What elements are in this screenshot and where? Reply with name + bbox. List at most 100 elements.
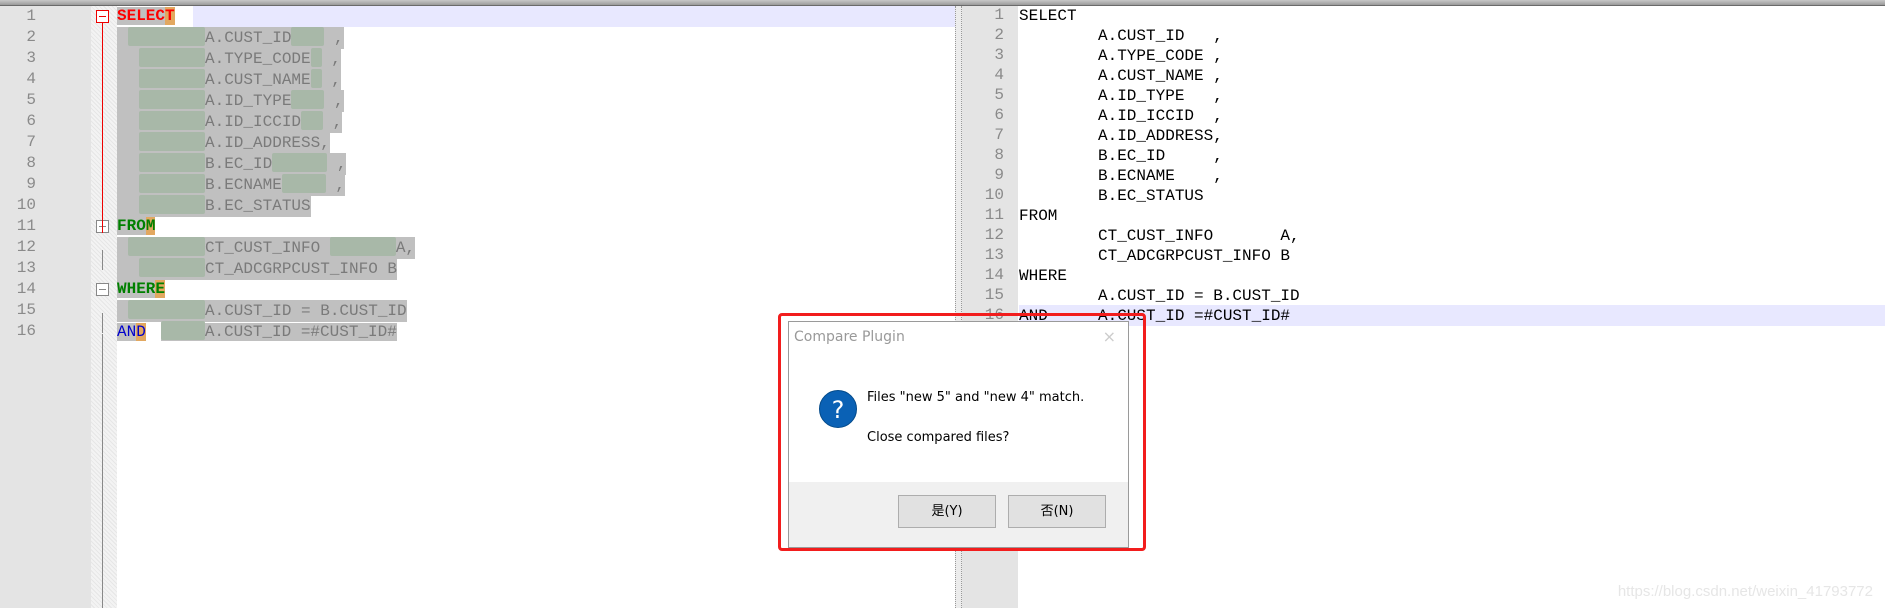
- code-punct: ,: [321, 71, 341, 89]
- code-text: B.ECNAME ,: [1098, 167, 1223, 185]
- fold-brace-marker: E: [155, 280, 166, 298]
- code-punct: ,: [325, 176, 346, 194]
- line-number: 11: [16, 217, 36, 235]
- line-number: 14: [984, 266, 1004, 284]
- line-number: 7: [994, 126, 1004, 144]
- no-button[interactable]: 否(N): [1008, 495, 1106, 528]
- code-text: A.CUST_ID =#CUST_ID#: [204, 323, 397, 341]
- code-text: A.TYPE_CODE: [205, 50, 311, 68]
- line-number: 14: [16, 280, 36, 298]
- whitespace-marker: [160, 321, 205, 340]
- keyword-text: SELEC: [117, 7, 166, 25]
- line-number: 10: [16, 196, 36, 214]
- code-text: B.EC_ID: [205, 155, 273, 173]
- code-text: A.ID_TYPE: [205, 92, 292, 110]
- line-number: 15: [984, 286, 1004, 304]
- line-number: 8: [26, 154, 36, 172]
- whitespace-marker: [128, 300, 205, 319]
- code-text: A.TYPE_CODE ,: [1098, 47, 1223, 65]
- line-number: 1: [26, 7, 36, 25]
- line-number: 4: [26, 70, 36, 88]
- code-line[interactable]: FROM: [117, 216, 156, 237]
- selected-text: CT_ADCGRPCUST_INFO B: [117, 258, 398, 280]
- sql-keyword: AND: [117, 323, 146, 341]
- compare-plugin-dialog: Compare Plugin × ? Files "new 5" and "ne…: [788, 321, 1129, 548]
- dialog-message: Files "new 5" and "new 4" match.: [867, 390, 1085, 405]
- code-line[interactable]: A.CUST_ID ,: [117, 27, 344, 49]
- code-line[interactable]: A.ID_TYPE ,: [117, 90, 344, 112]
- code-punct: ,: [324, 92, 344, 110]
- dialog-title: Compare Plugin: [794, 329, 905, 345]
- whitespace-marker: [139, 258, 205, 277]
- fold-toggle-icon[interactable]: [96, 283, 109, 296]
- line-number: 12: [16, 238, 36, 256]
- code-line[interactable]: SELECT: [117, 6, 175, 27]
- code-text: CT_CUST_INFO: [205, 239, 330, 257]
- line-number: 4: [994, 66, 1004, 84]
- selected-text: A.CUST_ID ,: [117, 27, 344, 49]
- selected-text: A.ID_ADDRESS,: [117, 132, 330, 154]
- whitespace-marker: [310, 69, 322, 88]
- sql-keyword: FROM: [117, 217, 156, 235]
- line-number: 5: [26, 91, 36, 109]
- selected-text: A.TYPE_CODE ,: [117, 48, 341, 70]
- code-line[interactable]: CT_ADCGRPCUST_INFO B: [117, 258, 398, 280]
- whitespace-marker: [139, 153, 205, 172]
- line-number: 5: [994, 86, 1004, 104]
- line-number: 2: [994, 26, 1004, 44]
- whitespace-marker: [291, 90, 325, 109]
- fold-toggle-icon[interactable]: [96, 10, 109, 23]
- keyword-text: FRO: [117, 217, 146, 235]
- fold-brace-marker: M: [145, 217, 156, 235]
- selected-text: CT_CUST_INFO A,: [117, 237, 416, 259]
- line-number: 13: [984, 246, 1004, 264]
- code-text: CT_CUST_INFO A,: [1098, 227, 1300, 245]
- code-keyword: WHERE: [1019, 267, 1068, 285]
- selected-text: B.EC_STATUS: [117, 195, 311, 217]
- line-number: 7: [26, 133, 36, 151]
- current-line-highlight: [193, 6, 955, 27]
- code-text: B.EC_STATUS: [1098, 187, 1204, 205]
- code-text: A.CUST_ID = B.CUST_ID: [1098, 287, 1300, 305]
- code-text: B.EC_STATUS: [205, 197, 311, 215]
- line-number: 13: [16, 259, 36, 277]
- fold-line: [102, 334, 103, 608]
- dialog-question: Close compared files?: [867, 430, 1010, 445]
- code-line[interactable]: B.EC_STATUS: [117, 195, 311, 217]
- selected-text: A.CUST_ID = B.CUST_ID: [117, 300, 407, 322]
- code-keyword: FROM: [1019, 207, 1058, 225]
- code-line[interactable]: A.ID_ICCID ,: [117, 111, 343, 133]
- code-line[interactable]: A.ID_ADDRESS,: [117, 132, 330, 154]
- line-number: 16: [16, 322, 36, 340]
- code-line[interactable]: B.ECNAME ,: [117, 174, 346, 196]
- code-text: A.ID_ADDRESS,: [1098, 127, 1223, 145]
- code-line[interactable]: B.EC_ID ,: [117, 153, 347, 175]
- code-line[interactable]: AND A.CUST_ID =#CUST_ID#: [117, 321, 397, 342]
- line-number: 10: [984, 186, 1004, 204]
- close-icon[interactable]: ×: [1103, 327, 1116, 346]
- whitespace-marker: [272, 153, 328, 172]
- code-keyword: SELECT: [1019, 7, 1077, 25]
- code-line[interactable]: CT_CUST_INFO A,: [117, 237, 416, 259]
- line-number: 1: [994, 6, 1004, 24]
- fold-margin: [91, 6, 117, 608]
- line-number: 12: [984, 226, 1004, 244]
- code-line[interactable]: WHERE: [117, 279, 166, 300]
- keyword-text: AN: [117, 323, 137, 341]
- code-punct: ,: [324, 29, 344, 47]
- line-number: 6: [26, 112, 36, 130]
- code-line[interactable]: A.TYPE_CODE ,: [117, 48, 341, 70]
- fold-brace-marker: T: [165, 7, 175, 25]
- line-number: 3: [994, 46, 1004, 64]
- whitespace-marker: [139, 132, 205, 151]
- code-line[interactable]: A.CUST_ID = B.CUST_ID: [117, 300, 407, 322]
- whitespace-marker: [139, 48, 205, 67]
- line-number: 3: [26, 49, 36, 67]
- code-text: A.CUST_ID: [205, 29, 292, 47]
- yes-button[interactable]: 是(Y): [898, 495, 996, 528]
- line-number: 9: [26, 175, 36, 193]
- whitespace-marker: [281, 174, 326, 193]
- whitespace-marker: [329, 237, 396, 256]
- code-line[interactable]: A.CUST_NAME ,: [117, 69, 341, 91]
- selected-text: A.CUST_ID =#CUST_ID#: [160, 321, 397, 341]
